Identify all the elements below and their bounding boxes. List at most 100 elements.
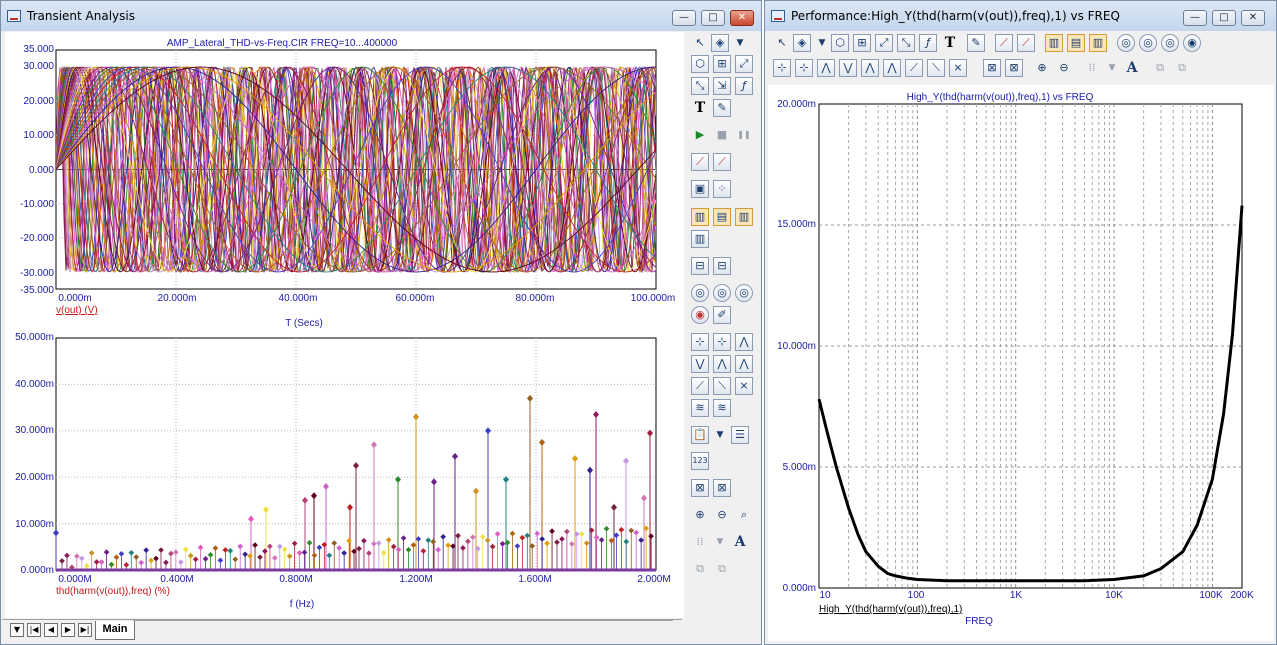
minimize-button[interactable]: — (672, 10, 696, 26)
formula-icon[interactable]: ƒ (735, 77, 753, 95)
width-icon[interactable]: ⨯ (949, 59, 967, 77)
pan-icon[interactable]: ⇲ (713, 77, 731, 95)
close-button[interactable]: ✕ (730, 10, 754, 26)
low-icon[interactable]: ◉ (1183, 34, 1201, 52)
chevron-down-icon[interactable]: ▼ (711, 426, 729, 444)
valley-icon[interactable]: ◎ (713, 284, 731, 302)
zoom-in-icon[interactable]: ⊕ (691, 506, 709, 524)
chevron-down-icon[interactable]: ▼ (813, 34, 831, 52)
close-button[interactable]: ✕ (1241, 10, 1265, 26)
period-icon[interactable]: ≋ (691, 399, 709, 417)
bottom-icon[interactable]: ⋁ (839, 59, 857, 77)
properties-icon[interactable]: ✎ (713, 99, 731, 117)
formula-icon[interactable]: ƒ (919, 34, 937, 52)
zoom-out-icon[interactable]: ⊖ (713, 506, 731, 524)
first-tab-button[interactable]: |◀ (27, 623, 41, 637)
thd-vs-freq-chart[interactable] (817, 103, 1244, 589)
peak-icon[interactable]: ◎ (1117, 34, 1135, 52)
frequency-icon[interactable]: ≋ (713, 399, 731, 417)
stop-icon[interactable]: ■ (713, 126, 731, 144)
numeric-output-icon[interactable]: 123 (691, 452, 709, 470)
cursor-right-icon[interactable]: ⊹ (795, 59, 813, 77)
select-arrow-icon[interactable]: ↖ (773, 34, 791, 52)
copy-icon[interactable]: ⧉ (1151, 59, 1169, 77)
cursor-left-icon[interactable]: ⊹ (773, 59, 791, 77)
grid-horizontal-icon[interactable]: ▤ (713, 208, 731, 226)
tab-menu-button[interactable]: ▼ (10, 623, 24, 637)
font-icon[interactable]: A (1123, 59, 1141, 77)
paste-icon[interactable]: ⧉ (713, 560, 731, 578)
text-tool-icon[interactable]: T (691, 99, 709, 117)
zoom-out-icon[interactable]: ⊖ (1055, 59, 1073, 77)
thd-spectrum-chart[interactable] (53, 337, 657, 572)
peak-icon[interactable]: ◎ (691, 284, 709, 302)
high-icon[interactable]: ◎ (1161, 34, 1179, 52)
inflection-icon[interactable]: ✐ (713, 306, 731, 324)
data-list-icon[interactable]: ☰ (731, 426, 749, 444)
grid-menu-icon[interactable]: ⁞⁞ (691, 533, 709, 551)
paste-icon[interactable]: ⧉ (1173, 59, 1191, 77)
properties-icon[interactable]: ✎ (967, 34, 985, 52)
bottom-trace-label[interactable]: thd(harm(v(out)),freq) (%) (56, 586, 170, 597)
maximize-button[interactable]: □ (1212, 10, 1236, 26)
high-icon[interactable]: ◎ (735, 284, 753, 302)
split-plot-icon[interactable]: ⊟ (691, 257, 709, 275)
next-tab-button[interactable]: ▶ (61, 623, 75, 637)
data-points-icon[interactable]: ⁘ (713, 180, 731, 198)
zoom-box-icon[interactable]: ⤡ (691, 77, 709, 95)
bottom-icon[interactable]: ⋁ (691, 355, 709, 373)
slope-icon[interactable]: ⋀ (735, 333, 753, 351)
grid-vertical-icon[interactable]: ▥ (1045, 34, 1063, 52)
cursor-right-icon[interactable]: ⊹ (713, 333, 731, 351)
valley-icon[interactable]: ◎ (1139, 34, 1157, 52)
zoom-fit-icon[interactable]: ⌕ (735, 506, 753, 524)
diagonal-icon[interactable]: ⤢ (875, 34, 893, 52)
maximize-button[interactable]: □ (701, 10, 725, 26)
grid-vertical-icon[interactable]: ▥ (691, 208, 709, 226)
grid-horizontal-icon[interactable]: ▤ (1067, 34, 1085, 52)
minimize-button[interactable]: — (1183, 10, 1207, 26)
fall-icon[interactable]: ⟍ (927, 59, 945, 77)
tab-main[interactable]: Main (95, 621, 135, 640)
perf-trace-label[interactable]: High_Y(thd(harm(v(out)),freq),1) (819, 604, 962, 615)
copy-icon[interactable]: ⧉ (691, 560, 709, 578)
chevron-down-icon[interactable]: ▼ (711, 533, 729, 551)
diagonal-icon[interactable]: ⤢ (735, 55, 753, 73)
pause-icon[interactable]: ❚❚ (735, 126, 753, 144)
font-icon[interactable]: A (731, 533, 749, 551)
top-icon[interactable]: ⋀ (861, 59, 879, 77)
stack-plot-icon[interactable]: ⊟ (713, 257, 731, 275)
cursor-mode-icon[interactable]: ◈ (793, 34, 811, 52)
zoom-box-icon[interactable]: ⤡ (897, 34, 915, 52)
performance-title-bar[interactable]: Performance:High_Y(thd(harm(v(out)),freq… (765, 1, 1276, 31)
same-y-scales-icon[interactable]: ⊠ (713, 479, 731, 497)
minor-grid-icon[interactable]: ▥ (691, 230, 709, 248)
grid-both-icon[interactable]: ▥ (735, 208, 753, 226)
remove-curve-icon[interactable]: ⟋ (713, 153, 731, 171)
same-y-scales-icon[interactable]: ⊠ (1005, 59, 1023, 77)
top-trace-label[interactable]: v(out) (V) (56, 305, 98, 316)
last-tab-button[interactable]: ▶| (78, 623, 92, 637)
graphics-shape-icon[interactable]: ⬡ (691, 55, 709, 73)
grid-menu-icon[interactable]: ⁞⁞ (1083, 59, 1101, 77)
scale-icon[interactable]: ⊞ (713, 55, 731, 73)
chevron-down-icon[interactable]: ▼ (731, 34, 749, 52)
cursor-mode-icon[interactable]: ◈ (711, 34, 729, 52)
top-icon[interactable]: ⋀ (713, 355, 731, 373)
grid-both-icon[interactable]: ▥ (1089, 34, 1107, 52)
thumbnail-icon[interactable]: ⊠ (983, 59, 1001, 77)
chevron-down-icon[interactable]: ▼ (1103, 59, 1121, 77)
select-arrow-icon[interactable]: ↖ (691, 34, 709, 52)
scale-icon[interactable]: ⊞ (853, 34, 871, 52)
zoom-in-icon[interactable]: ⊕ (1033, 59, 1051, 77)
run-icon[interactable]: ▶ (691, 126, 709, 144)
remove-curve-icon[interactable]: ⟋ (1017, 34, 1035, 52)
rise-icon[interactable]: ⟋ (905, 59, 923, 77)
clipboard-icon[interactable]: 📋 (691, 426, 709, 444)
add-curve-icon[interactable]: ⟋ (691, 153, 709, 171)
slope-icon[interactable]: ⋀ (817, 59, 835, 77)
low-icon[interactable]: ◉ (691, 306, 709, 324)
transient-title-bar[interactable]: Transient Analysis — □ ✕ (1, 1, 761, 31)
thumbnail-icon[interactable]: ⊠ (691, 479, 709, 497)
text-tool-icon[interactable]: T (941, 34, 959, 52)
